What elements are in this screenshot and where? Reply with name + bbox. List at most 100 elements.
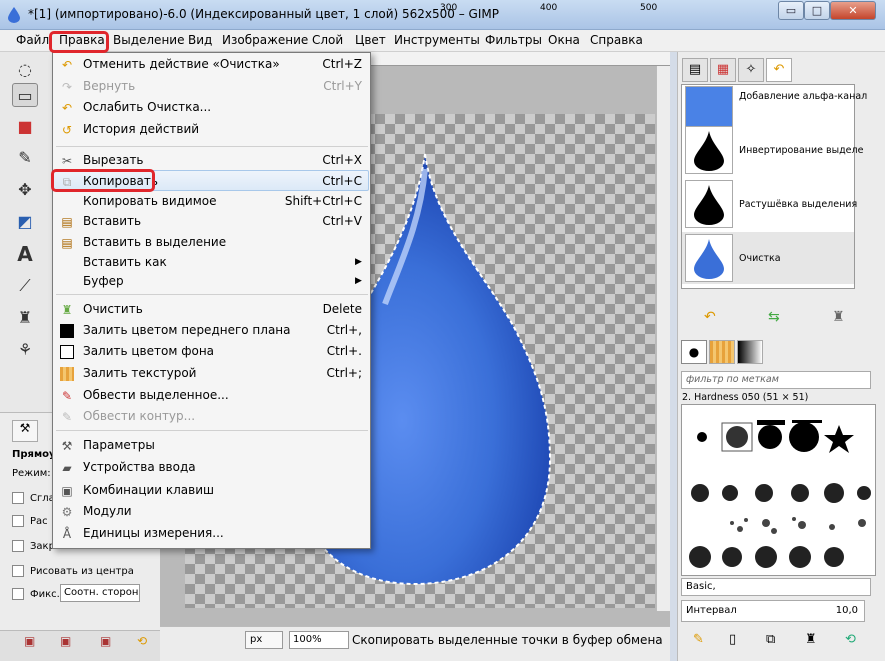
menu-item-history[interactable]: История действий — [83, 122, 199, 136]
history-tab-icon[interactable]: ↶ — [766, 58, 792, 82]
brush-interval-slider[interactable]: Интервал 10,0 — [681, 600, 865, 622]
menu-color[interactable]: Цвет — [355, 33, 386, 47]
shortcut-fill-pattern: Ctrl+; — [326, 366, 362, 380]
from-center-label: Рисовать из центра — [30, 566, 134, 577]
text-tool-icon[interactable]: A — [12, 242, 38, 266]
tool-options-tab[interactable]: ⚒ — [12, 420, 38, 442]
modules-icon: ⚙ — [61, 505, 73, 519]
menu-item-fill-bg[interactable]: Залить цветом фона — [83, 344, 214, 358]
brush-edit-icon[interactable]: ✎ — [693, 632, 704, 647]
restore-options-icon[interactable]: ▣ — [60, 634, 71, 648]
move-icon[interactable]: ✥ — [12, 178, 38, 202]
menu-windows[interactable]: Окна — [548, 33, 580, 47]
brush-tag-filter[interactable]: фильтр по меткам — [681, 371, 871, 389]
close-button[interactable]: ✕ — [830, 1, 876, 20]
smudge-icon[interactable]: ⚘ — [12, 338, 38, 362]
history-label: Инвертирование выделе — [739, 145, 864, 156]
menu-item-paste-into[interactable]: Вставить в выделение — [83, 235, 226, 249]
menu-filters[interactable]: Фильтры — [485, 33, 542, 47]
menu-help[interactable]: Справка — [590, 33, 643, 47]
fill-pattern-icon — [60, 367, 74, 381]
fixed-checkbox[interactable] — [12, 588, 24, 600]
color-picker-icon[interactable]: ✎ — [12, 146, 38, 170]
menu-item-stroke-selection[interactable]: Обвести выделенное... — [83, 388, 229, 402]
menu-item-paste-as[interactable]: Вставить как — [83, 255, 167, 269]
fuzzy-select-icon[interactable]: ◌ — [12, 58, 38, 82]
copy-highlight-box — [51, 169, 155, 192]
shortcut-copy: Ctrl+C — [322, 174, 362, 188]
menu-item-undo[interactable]: Отменить действие «Очистка» — [83, 57, 280, 71]
menu-item-redo[interactable]: Вернуть — [83, 79, 135, 93]
preferences-icon: ⚒ — [61, 439, 73, 453]
minimize-button[interactable]: ▭ — [778, 1, 804, 20]
brush-refresh-icon[interactable]: ⟲ — [845, 632, 856, 647]
menu-view[interactable]: Вид — [188, 33, 212, 47]
menu-item-clear[interactable]: Очистить — [83, 302, 143, 316]
menu-item-modules[interactable]: Модули — [83, 504, 132, 518]
gradients-tab-icon[interactable] — [737, 340, 763, 364]
reset-options-icon[interactable]: ⟲ — [137, 634, 147, 648]
rect-select-icon[interactable]: ▭ — [12, 83, 38, 107]
history-clear-icon[interactable]: ♜ — [832, 309, 845, 325]
feather-checkbox[interactable] — [12, 515, 24, 527]
ruler-tick: 300 — [440, 3, 458, 13]
transform-icon[interactable]: ◩ — [12, 210, 38, 234]
from-center-checkbox[interactable] — [12, 565, 24, 577]
delete-options-icon[interactable]: ▣ — [100, 634, 111, 648]
brush-new-icon[interactable]: ▯ — [729, 632, 736, 647]
patterns-tab-icon[interactable] — [709, 340, 735, 364]
stroke-path-icon: ✎ — [61, 410, 73, 424]
menu-item-paste[interactable]: Вставить — [83, 214, 141, 228]
antialias-checkbox[interactable] — [12, 492, 24, 504]
menu-select[interactable]: Выделение — [113, 33, 184, 47]
vertical-scrollbar[interactable] — [656, 66, 670, 611]
menu-item-buffer[interactable]: Буфер — [83, 274, 124, 288]
fixed-option[interactable]: Фикс.: — [12, 588, 63, 600]
clone-icon[interactable]: ♜ — [12, 306, 38, 330]
rounded-checkbox[interactable] — [12, 540, 24, 552]
menu-image[interactable]: Изображение — [222, 33, 308, 47]
brush-duplicate-icon[interactable]: ⧉ — [766, 632, 775, 647]
keyboard-icon: ▣ — [61, 484, 73, 498]
from-center-option[interactable]: Рисовать из центра — [12, 565, 134, 577]
brush-grid[interactable] — [681, 404, 876, 576]
cut-icon: ✂ — [61, 154, 73, 168]
menu-item-fade[interactable]: Ослабить Очистка... — [83, 100, 211, 114]
menu-file[interactable]: Файл — [16, 33, 49, 47]
menu-item-fill-fg[interactable]: Залить цветом переднего плана — [83, 323, 291, 337]
color-select-icon[interactable]: ■ — [12, 115, 38, 139]
fill-bg-icon — [60, 345, 74, 359]
status-message: Скопировать выделенные точки в буфер обм… — [352, 633, 663, 647]
paintbrush-icon[interactable]: ⟋ — [12, 274, 38, 298]
brushes-tab-icon[interactable]: ● — [681, 340, 707, 364]
layers-tab-icon[interactable]: ▤ — [682, 58, 708, 82]
rounded-option[interactable]: Закр — [12, 540, 55, 552]
units-icon: Å — [62, 527, 72, 541]
fixed-ratio-combo[interactable]: Соотн. сторон — [60, 584, 140, 602]
menu-item-copy-visible[interactable]: Копировать видимое — [83, 194, 217, 208]
history-undo-icon[interactable]: ↶ — [704, 309, 716, 325]
menu-layer[interactable]: Слой — [312, 33, 343, 47]
menu-tools[interactable]: Инструменты — [394, 33, 480, 47]
maximize-button[interactable]: □ — [804, 1, 830, 20]
window-title: *[1] (импортировано)-6.0 (Индексированны… — [28, 7, 499, 21]
zoom-combo[interactable]: 100% — [289, 631, 349, 649]
unit-combo[interactable]: px — [245, 631, 283, 649]
history-redo-icon[interactable]: ⇆ — [768, 309, 780, 325]
menu-item-stroke-path[interactable]: Обвести контур... — [83, 409, 195, 423]
paths-tab-icon[interactable]: ✧ — [738, 58, 764, 82]
menu-item-cut[interactable]: Вырезать — [83, 153, 144, 167]
menu-item-units[interactable]: Единицы измерения... — [83, 526, 224, 540]
antialias-option[interactable]: Сгла — [12, 492, 55, 504]
feather-option[interactable]: Рас — [12, 515, 48, 527]
save-options-icon[interactable]: ▣ — [24, 634, 35, 648]
brush-preset-combo[interactable]: Basic, — [681, 578, 871, 596]
menu-item-fill-pattern[interactable]: Залить текстурой — [83, 366, 196, 380]
clear-icon: ♜ — [61, 303, 73, 317]
menu-item-input-devices[interactable]: Устройства ввода — [83, 460, 196, 474]
menu-item-keyboard[interactable]: Комбинации клавиш — [83, 483, 214, 497]
channels-tab-icon[interactable]: ▦ — [710, 58, 736, 82]
shortcut-cut: Ctrl+X — [322, 153, 362, 167]
brush-delete-icon[interactable]: ♜ — [805, 632, 817, 647]
menu-item-preferences[interactable]: Параметры — [83, 438, 155, 452]
